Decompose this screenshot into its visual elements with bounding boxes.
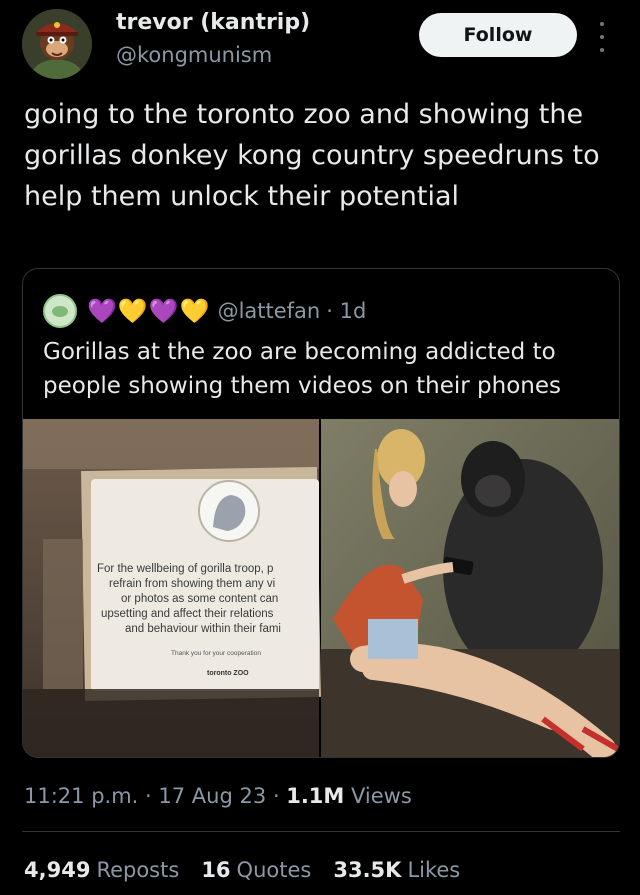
likes-count: 33.5K: [333, 858, 402, 882]
dot: [600, 35, 604, 39]
sign-line: or photos as some content can: [121, 593, 278, 605]
purple-heart-icon: 💜: [148, 297, 179, 325]
author-display-name[interactable]: trevor (kantrip): [116, 10, 310, 35]
quoted-tweet-media[interactable]: For the wellbeing of gorilla troop, p re…: [23, 419, 619, 757]
likes-label: Likes: [407, 858, 461, 882]
sign-line: For the wellbeing of gorilla troop, p: [97, 563, 273, 575]
tweet-timestamp: 11:21 p.m. · 17 Aug 23 · 1.1M Views: [24, 784, 412, 808]
zoo-photo-collage: For the wellbeing of gorilla troop, p re…: [23, 419, 619, 757]
purple-heart-icon: 💜: [87, 297, 117, 325]
more-options-icon[interactable]: [596, 22, 608, 52]
engagement-stats: 4,949 Reposts 16 Quotes 33.5K Likes: [24, 858, 482, 882]
tweet-text: going to the toronto zoo and showing the…: [24, 99, 600, 212]
separator: ·: [138, 784, 159, 808]
donkey-kong-avatar-icon: [22, 9, 92, 79]
follow-button[interactable]: Follow: [419, 13, 577, 57]
reposts-label: Reposts: [96, 858, 180, 882]
sign-line: upsetting and affect their relations: [101, 608, 274, 620]
yellow-heart-icon: 💛: [179, 297, 210, 325]
quoted-tweet-card[interactable]: 💜 💛 💜 💛 @lattefan · 1d Gorillas at the z…: [22, 268, 620, 758]
sign-line: refrain from showing them any vi: [109, 578, 275, 590]
author-handle[interactable]: @kongmunism: [116, 43, 272, 67]
views-count: 1.1M: [286, 784, 345, 808]
dot: [600, 22, 604, 26]
tweet-date[interactable]: 17 Aug 23: [158, 784, 266, 808]
likes-stat[interactable]: 33.5K Likes: [333, 858, 460, 882]
author-avatar[interactable]: [22, 9, 92, 79]
divider: [22, 831, 620, 832]
reposts-stat[interactable]: 4,949 Reposts: [24, 858, 179, 882]
views-label: Views: [344, 784, 412, 808]
quotes-count: 16: [201, 858, 231, 882]
zoo-logo: toronto ZOO: [207, 670, 249, 677]
quoted-tweet-age: · 1d: [326, 299, 367, 323]
quoted-tweet-header: 💜 💛 💜 💛 @lattefan · 1d: [43, 293, 366, 329]
tweet-header: trevor (kantrip) @kongmunism Follow: [0, 0, 640, 90]
quotes-stat[interactable]: 16 Quotes: [201, 858, 311, 882]
separator: ·: [266, 784, 287, 808]
dot: [600, 48, 604, 52]
quotes-label: Quotes: [236, 858, 312, 882]
quoted-author-avatar[interactable]: [43, 294, 77, 328]
yellow-heart-icon: 💛: [117, 297, 148, 325]
sign-thanks: Thank you for your cooperation: [171, 650, 261, 657]
reposts-count: 4,949: [24, 858, 91, 882]
tweet-time[interactable]: 11:21 p.m.: [24, 784, 138, 808]
sign-line: and behaviour within their fami: [125, 623, 281, 635]
name-emoji-hearts: 💜 💛 💜 💛: [87, 298, 210, 324]
quoted-author-handle[interactable]: @lattefan: [218, 299, 321, 323]
quoted-tweet-text: Gorillas at the zoo are becoming addicte…: [43, 339, 561, 399]
